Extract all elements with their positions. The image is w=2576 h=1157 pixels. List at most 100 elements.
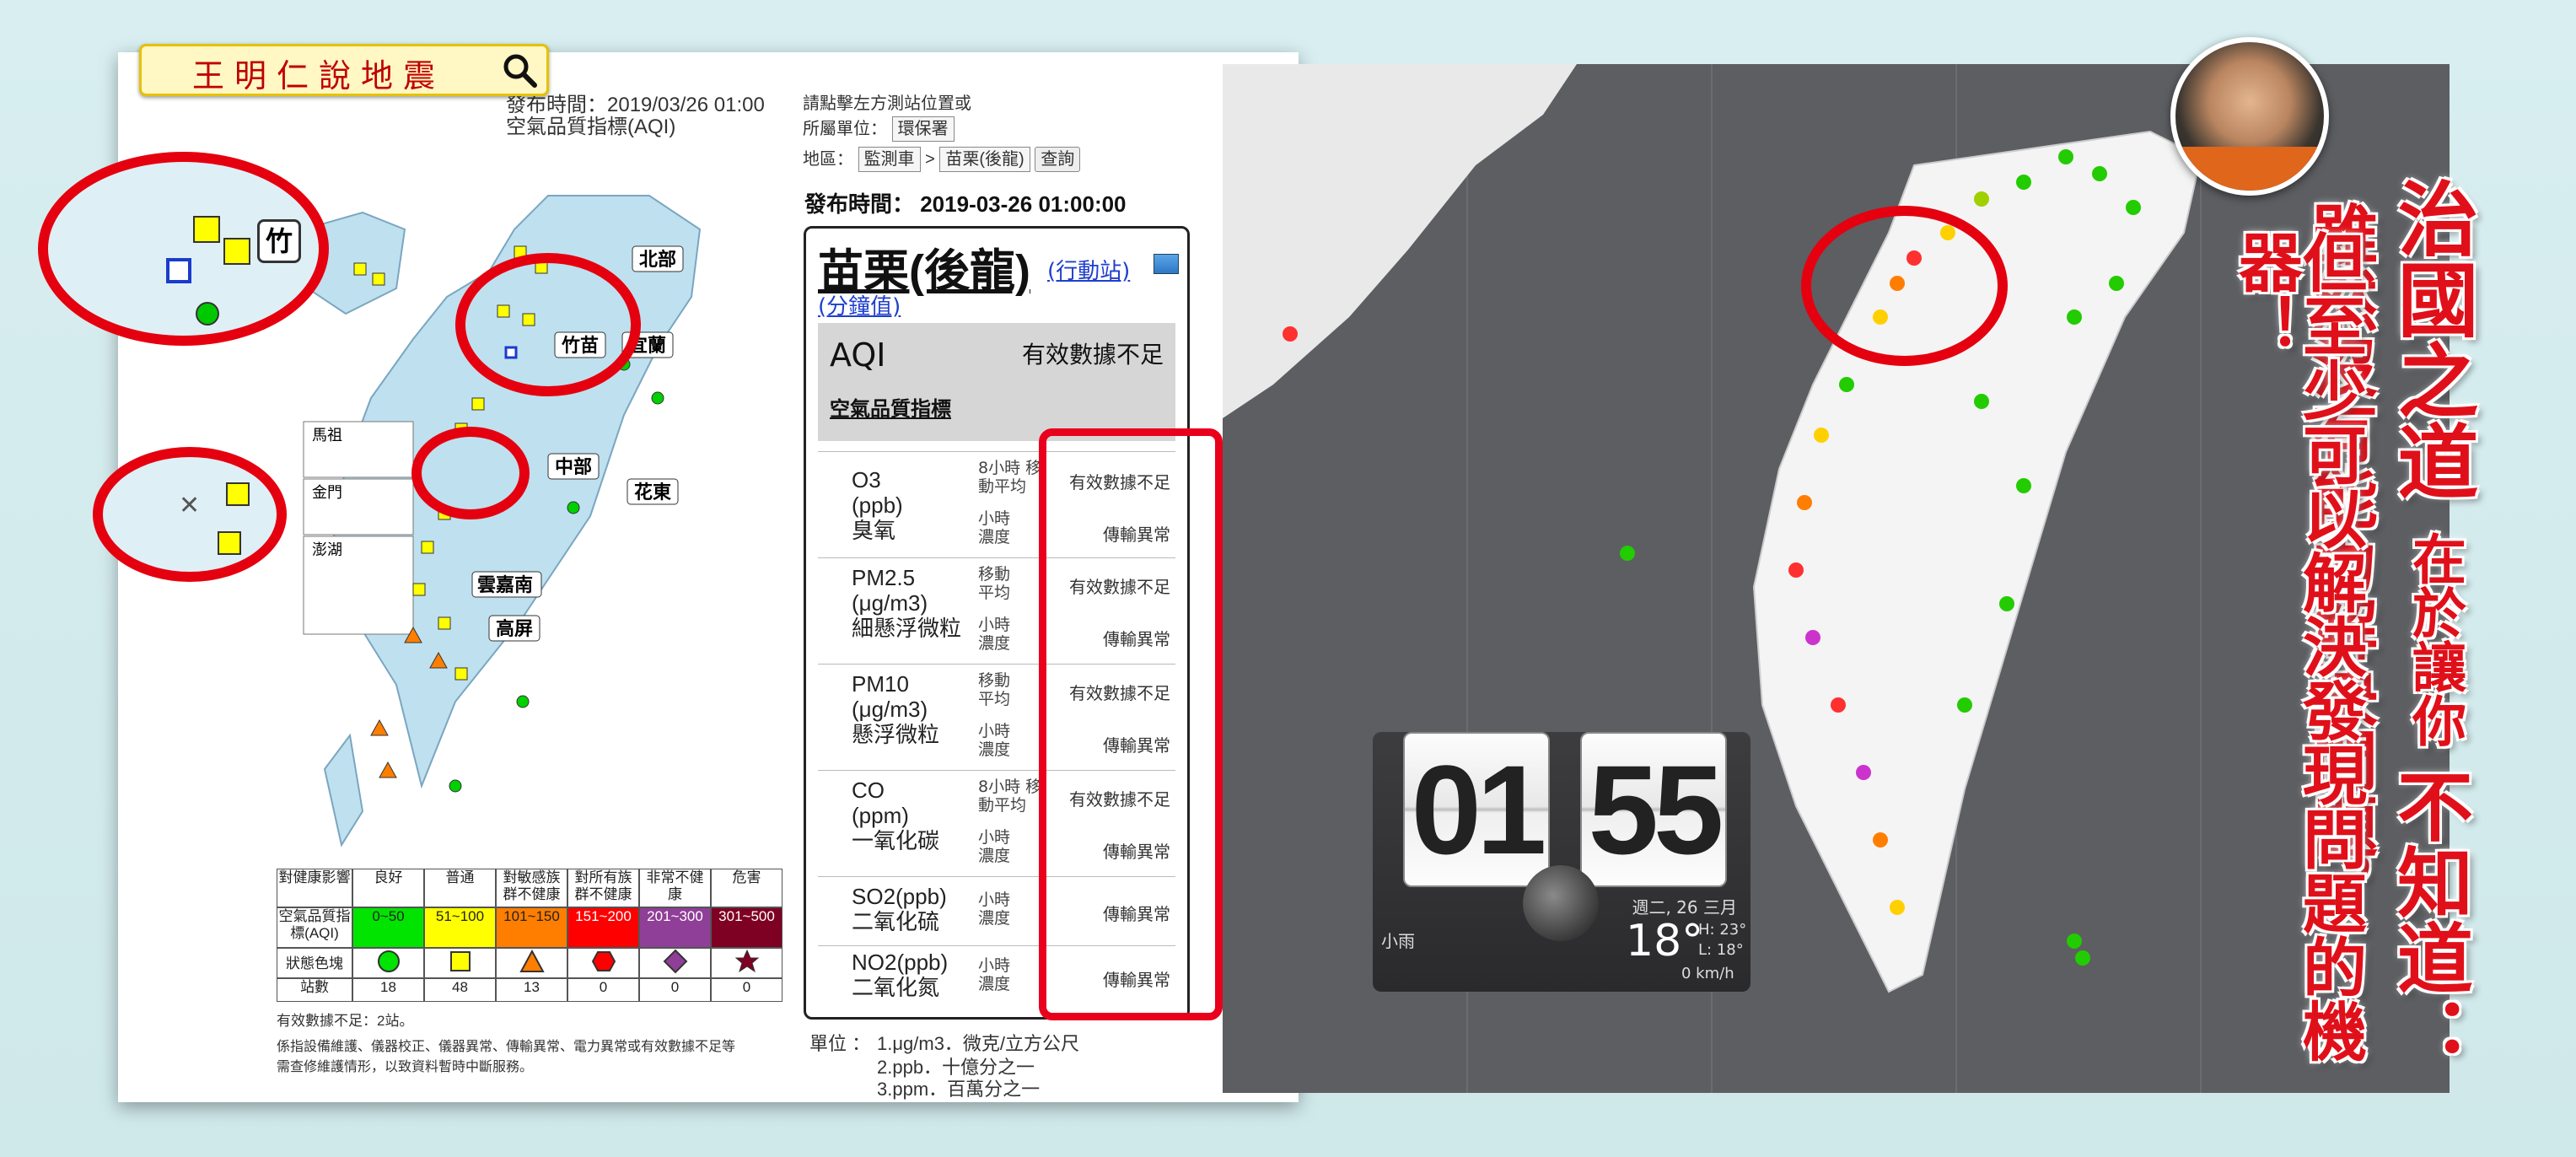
region-label-yunjianan: 雲嘉南 (477, 574, 533, 595)
publish-time-2: 發布時間： 2019-03-26 01:00:00 (804, 191, 1127, 217)
chart-icon[interactable] (1154, 254, 1179, 274)
legend-header-health: 對健康影響 (277, 869, 352, 907)
legend-range-good: 0~50 (352, 907, 424, 948)
avatar (2170, 37, 2329, 196)
region-label-north: 北部 (639, 249, 676, 270)
overlay-col3: 但至少可以解決發現問題的機器！ (2228, 229, 2367, 1063)
units-title: 單位 ： (809, 1033, 871, 1054)
pollutant-name: SO2(ppb) (852, 884, 947, 909)
aqi-value: 有效數據不足 (1021, 341, 1164, 369)
clock-widget: 01 55 週二, 26 三月 小雨 18° H: 23° L: 18° 0 k… (1373, 732, 1750, 992)
area-select-1[interactable]: 監測車 (858, 147, 921, 172)
legend-count-very-unhealthy: 0 (639, 978, 711, 1002)
area-label: 地區： (803, 150, 853, 169)
pollutant-r2: 小時 濃度 (978, 722, 1011, 759)
marker-green (196, 302, 219, 326)
area-row: 地區： 監測車 > 苗栗(後龍) 查詢 (803, 145, 1081, 172)
logo-text: 王明仁說地震 (192, 57, 446, 94)
highlight-box (1039, 428, 1223, 1020)
pollutant-name: CO (852, 778, 885, 803)
marker-yellow (193, 216, 220, 243)
pollutant-name: O3 (852, 467, 881, 492)
zoom-circle-2 (455, 253, 641, 396)
site-logo[interactable]: 王明仁說地震 (139, 44, 549, 96)
pollutant-r2: 小時 濃度 (978, 891, 1011, 928)
minute-value-link[interactable]: (分鐘值) (818, 289, 901, 320)
pollutant-r2: 小時 濃度 (978, 616, 1011, 653)
legend-row-aqi-label: 空氣品質指標(AQI) (277, 907, 352, 948)
legend-count-good: 18 (352, 978, 424, 1002)
legend-row-icon-label: 狀態色塊 (277, 948, 352, 978)
legend-header-sensitive: 對敏感族群不健康 (496, 869, 567, 907)
legend-icon-star (711, 948, 782, 978)
legend-range-sensitive: 101~150 (496, 907, 567, 948)
clock-minute-card: 55 (1580, 732, 1727, 887)
overlay-col1: 治國之道 (2384, 177, 2479, 501)
region-label-central: 中部 (555, 456, 592, 477)
pollutant-r2: 小時 濃度 (978, 956, 1011, 993)
weather-temp: 18° (1626, 916, 1704, 966)
pollutant-name: PM10 (852, 671, 909, 697)
query-button[interactable]: 查詢 (1035, 147, 1081, 172)
zoom-label-zhu: 竹 (257, 219, 301, 263)
island-insets: 馬祖 金門 澎湖 (303, 421, 414, 635)
moon-icon (1523, 865, 1599, 941)
overlay-col1c: 不知道： (2384, 767, 2473, 1071)
pollutant-r1: 8小時 移動平均 (978, 778, 1042, 815)
legend-count-unhealthy: 0 (567, 978, 639, 1002)
inset-label-kinmen: 金門 (312, 484, 342, 501)
overlay-col1b: 在於讓你 (2403, 531, 2466, 747)
inset-label-matsu: 馬祖 (312, 427, 342, 444)
marker-yellow (218, 531, 241, 555)
aqi-label: AQI (830, 336, 886, 374)
zoom-circle-4 (411, 427, 530, 519)
pollutant-unit: (μg/m3) (852, 590, 928, 616)
instruction-text: 請點擊左方測站位置或 (803, 94, 971, 113)
area-select-2[interactable]: 苗栗(後龍) (939, 147, 1030, 172)
legend-icon-hexagon (567, 948, 639, 978)
clock-hour: 01 (1411, 739, 1547, 880)
legend-note-3: 需查修維護情形，以致資料暫時中斷服務。 (277, 1060, 534, 1074)
legend-header-good: 良好 (352, 869, 424, 907)
zoom-circle-1: 竹 (38, 152, 329, 346)
pollutant-unit: (ppb) (852, 492, 903, 518)
index-name: 空氣品質指標(AQI) (506, 116, 676, 138)
pollutant-r1: 移動 平均 (978, 565, 1011, 602)
unit-select[interactable]: 環保署 (891, 116, 955, 142)
clock-minute: 55 (1588, 739, 1724, 880)
pollutant-name: PM2.5 (852, 565, 916, 590)
units-3: 3.ppm．百萬分之一 (877, 1079, 1041, 1100)
marker-station-selected (166, 258, 191, 283)
pollutant-r1: 移動 平均 (978, 671, 1011, 708)
legend-count-hazardous: 0 (711, 978, 782, 1002)
legend-header-hazardous: 危害 (711, 869, 782, 907)
weather-text: 小雨 (1381, 931, 1415, 951)
legend-range-moderate: 51~100 (424, 907, 496, 948)
mobile-station-link[interactable]: (行動站) (1047, 254, 1130, 285)
zoom-circle-map (1801, 206, 2008, 366)
legend-range-unhealthy: 151~200 (567, 907, 639, 948)
pollutant-unit: (μg/m3) (852, 697, 928, 722)
legend-count-moderate: 48 (424, 978, 496, 1002)
aqi-legend-table: 對健康影響 良好 普通 對敏感族群不健康 對所有族群不健康 非常不健康 危害 空… (277, 869, 782, 1075)
pollutant-r2: 小時 濃度 (978, 509, 1011, 546)
weather-hi: H: 23° (1698, 921, 1747, 939)
pollutant-cn: 臭氧 (852, 518, 896, 543)
region-label-gaoping: 高屏 (496, 618, 533, 639)
avatar-shirt (2175, 147, 2324, 191)
legend-note-1: 有效數據不足：2站。 (277, 1013, 414, 1029)
legend-icon-circle (352, 948, 424, 978)
marker-yellow (223, 238, 250, 265)
marker-invalid-data: ✕ (179, 491, 201, 520)
legend-header-unhealthy: 對所有族群不健康 (567, 869, 639, 907)
legend-range-hazardous: 301~500 (711, 907, 782, 948)
search-icon[interactable] (501, 51, 538, 89)
legend-icon-diamond (639, 948, 711, 978)
legend-row-count-label: 站數 (277, 978, 352, 1002)
weather-lo: L: 18° (1698, 941, 1744, 959)
clock-date: 週二, 26 三月 (1632, 897, 1737, 918)
pollutant-cn: 一氧化碳 (852, 828, 940, 853)
aqi-box: AQI 有效數據不足 空氣品質指標 (818, 323, 1175, 441)
pollutant-name: NO2(ppb) (852, 950, 949, 975)
legend-icon-square (424, 948, 496, 978)
